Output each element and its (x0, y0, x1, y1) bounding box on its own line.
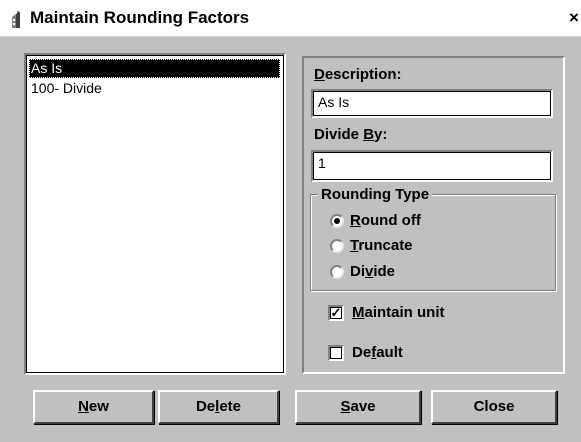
radio-empty-icon (330, 239, 344, 253)
close-icon[interactable]: × (565, 9, 581, 27)
rounding-type-group (310, 194, 556, 291)
divide-by-label: Divide By: (314, 126, 388, 143)
description-field[interactable]: As Is (311, 89, 553, 118)
radio-selected-icon (330, 214, 344, 228)
window-title: Maintain Rounding Factors (30, 8, 250, 27)
divide-by-field[interactable]: 1 (311, 150, 553, 182)
checkbox-empty-icon (328, 345, 344, 361)
rounding-type-label: Rounding Type (318, 186, 433, 203)
delete-button[interactable]: Delete (158, 390, 279, 424)
new-button[interactable]: New (33, 390, 154, 424)
description-label: Description: (314, 66, 402, 83)
title-bar[interactable]: Maintain Rounding Factors × (0, 0, 581, 37)
checkmark-icon: ✓ (328, 305, 344, 321)
list-item[interactable]: As Is (29, 59, 280, 78)
close-button[interactable]: Close (431, 390, 557, 424)
maintain-rounding-factors-window: Maintain Rounding Factors × As Is 100- D… (0, 0, 581, 442)
save-button[interactable]: Save (295, 390, 421, 424)
list-item[interactable]: 100- Divide (29, 79, 280, 98)
radio-empty-icon (330, 265, 344, 279)
rounding-factors-list[interactable]: As Is 100- Divide (24, 53, 286, 375)
app-building-icon (12, 11, 20, 28)
